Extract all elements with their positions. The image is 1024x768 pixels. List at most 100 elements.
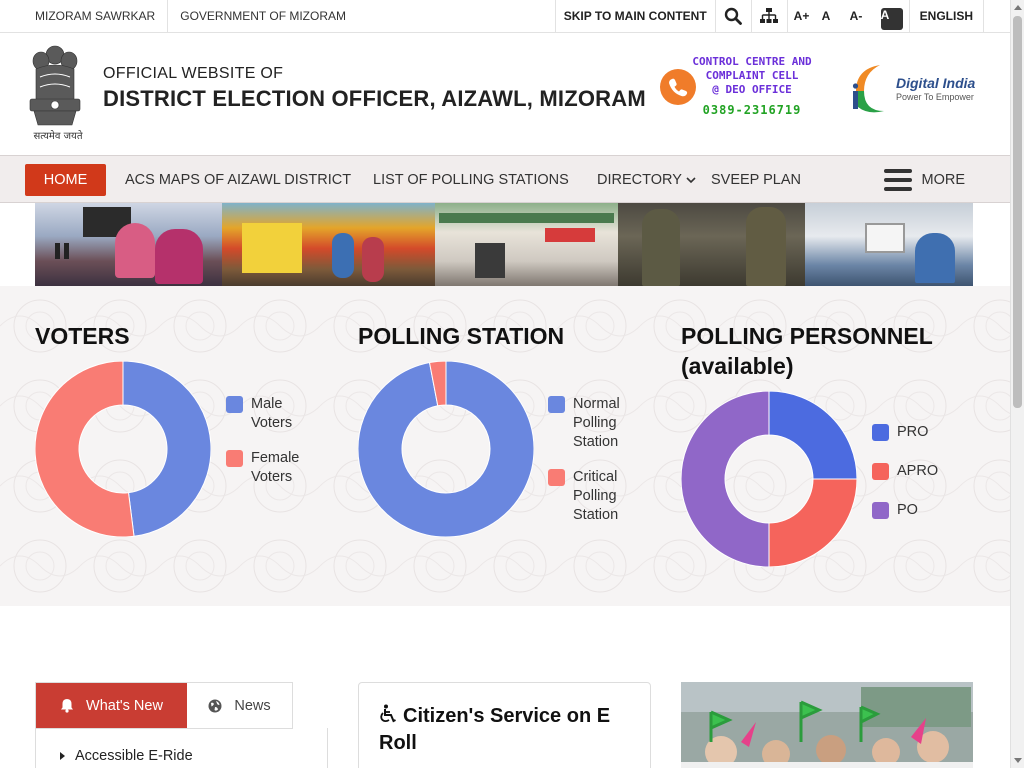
chevron-down-icon [686, 177, 696, 184]
control-centre-line2: COMPLAINT CELL [705, 69, 799, 82]
digital-india-logo[interactable]: Digital India Power To Empower [850, 61, 980, 117]
citizen-service-title-text: Citizen's Service on E Roll [379, 705, 611, 754]
top-utility-right: SKIP TO MAIN CONTENT A+ A A- A ENGLISH [554, 0, 984, 33]
control-centre-banner[interactable]: CONTROL CENTRE AND COMPLAINT CELL @ DEO … [660, 55, 830, 121]
nav-directory[interactable]: DIRECTORY [597, 164, 696, 196]
list-item[interactable]: Accessible E-Ride [60, 748, 193, 764]
tab-news[interactable]: News [187, 683, 292, 728]
font-increase-button[interactable]: A+ [794, 9, 822, 23]
legend-swatch [226, 396, 243, 413]
polling-personnel-slice-pro[interactable] [768, 391, 857, 480]
news-tabs: What's New News [35, 682, 293, 729]
legend-label: APRO [897, 463, 939, 479]
legend-item-po[interactable]: PO [872, 501, 972, 520]
voters-donut-chart[interactable] [35, 361, 211, 537]
legend-item-critical-polling-station[interactable]: Critical Polling Station [548, 468, 660, 525]
site-title[interactable]: DISTRICT ELECTION OFFICER, AIZAWL, MIZOR… [103, 86, 646, 112]
high-contrast-button[interactable]: A [880, 7, 903, 30]
tab-whats-new-label: What's New [86, 697, 163, 714]
legend-swatch [872, 463, 889, 480]
legend-label: Male Voters [251, 396, 293, 431]
legend-swatch [548, 469, 565, 486]
voters-slice-male-voters[interactable] [122, 361, 211, 537]
vertical-scrollbar[interactable] [1010, 0, 1024, 768]
font-decrease-button[interactable]: A- [850, 9, 878, 23]
legend-swatch [548, 396, 565, 413]
statistics-section: VOTERS Male Voters Female Voters POLLING… [0, 286, 1010, 606]
polling-personnel-donut-chart[interactable] [681, 391, 857, 567]
person-shape [115, 223, 155, 278]
emblem-motto: सत्यमेव जयते [33, 131, 83, 142]
voters-legend: Male Voters Female Voters [226, 395, 326, 503]
legend-label: PO [897, 502, 918, 518]
nav-directory-label: DIRECTORY [597, 172, 682, 188]
banner-photo-office [805, 203, 973, 286]
caret-right-icon [60, 752, 65, 760]
legend-item-female-voters[interactable]: Female Voters [226, 449, 326, 487]
booth-door-shape [475, 243, 505, 278]
language-selector[interactable]: ENGLISH [908, 0, 984, 33]
citizen-service-card[interactable]: Citizen's Service on E Roll [358, 682, 651, 768]
nav-acs-maps[interactable]: ACS MAPS OF AIZAWL DISTRICT [125, 164, 351, 196]
legend-swatch [226, 450, 243, 467]
tab-whats-new[interactable]: What's New [36, 683, 187, 728]
bell-icon [61, 699, 74, 713]
wheelchair-icon [380, 704, 396, 723]
whats-new-item-label: Accessible E-Ride [75, 748, 193, 764]
pause-icon[interactable] [55, 243, 69, 259]
polling-personnel-slice-po[interactable] [681, 391, 770, 567]
rally-photo-image [681, 682, 973, 768]
whats-new-panel: Accessible E-Ride [35, 728, 328, 768]
photo-banner-slider[interactable] [35, 203, 973, 286]
nav-sveep-plan[interactable]: SVEEP PLAN [711, 164, 801, 196]
polling-station-donut-chart[interactable] [358, 361, 534, 537]
legend-label: Normal Polling Station [573, 396, 620, 450]
control-centre-phone: 0389-2316719 [702, 103, 802, 117]
polling-personnel-legend: PRO APRO PO [872, 423, 972, 536]
tab-news-label: News [234, 697, 271, 714]
banner-photo-security-personnel [618, 203, 805, 286]
scrollbar-thumb[interactable] [1013, 16, 1022, 408]
site-subtitle: OFFICIAL WEBSITE OF [103, 65, 284, 82]
font-normal-button[interactable]: A [822, 9, 850, 23]
nav-list-of-polling-stations[interactable]: LIST OF POLLING STATIONS [373, 164, 569, 196]
banner-photo-mural [222, 203, 435, 286]
booth-roof-shape [439, 213, 614, 223]
government-of-mizoram-link[interactable]: GOVERNMENT OF MIZORAM [168, 0, 358, 33]
scroll-down-icon[interactable] [1014, 758, 1022, 763]
nav-home[interactable]: HOME [25, 164, 106, 196]
legend-item-apro[interactable]: APRO [872, 462, 972, 481]
mizoram-sawrkar-link[interactable]: MIZORAM SAWRKAR [0, 0, 169, 33]
control-centre-line3: @ DEO OFFICE [712, 83, 792, 96]
main-navigation: HOME ACS MAPS OF AIZAWL DISTRICT LIST OF… [0, 155, 1010, 203]
font-size-controls: A+ A A- A [786, 0, 909, 33]
site-header: सत्यमेव जयते OFFICIAL WEBSITE OF DISTRIC… [0, 33, 1010, 155]
search-icon[interactable] [714, 0, 751, 33]
legend-item-normal-polling-station[interactable]: Normal Polling Station [548, 395, 660, 452]
nav-more-label: MORE [921, 172, 966, 188]
legend-swatch [872, 502, 889, 519]
legend-label: PRO [897, 424, 929, 440]
polling-station-title: POLLING STATION [358, 323, 565, 349]
scroll-up-icon[interactable] [1014, 5, 1022, 10]
citizen-service-title: Citizen's Service on E Roll [379, 703, 629, 757]
legend-item-pro[interactable]: PRO [872, 423, 972, 442]
nav-more[interactable]: MORE [883, 164, 966, 196]
control-centre-line1: CONTROL CENTRE AND [692, 55, 812, 68]
digital-india-tagline: Power To Empower [896, 92, 974, 102]
person-shape [642, 209, 680, 286]
person-shape [915, 233, 955, 283]
sitemap-icon[interactable] [750, 0, 787, 33]
skip-to-main-content-link[interactable]: SKIP TO MAIN CONTENT [554, 0, 715, 33]
mural-house-shape [242, 223, 302, 273]
banner-photo-polling-booth [435, 203, 618, 286]
legend-label: Critical Polling Station [573, 469, 619, 523]
polling-personnel-slice-apro[interactable] [768, 478, 857, 567]
legend-swatch [872, 424, 889, 441]
voters-slice-female-voters[interactable] [35, 361, 135, 537]
booth-banner-shape [545, 228, 595, 242]
person-shape [155, 229, 203, 284]
legend-item-male-voters[interactable]: Male Voters [226, 395, 326, 433]
rally-photo[interactable] [681, 682, 973, 768]
person-shape [746, 207, 786, 286]
